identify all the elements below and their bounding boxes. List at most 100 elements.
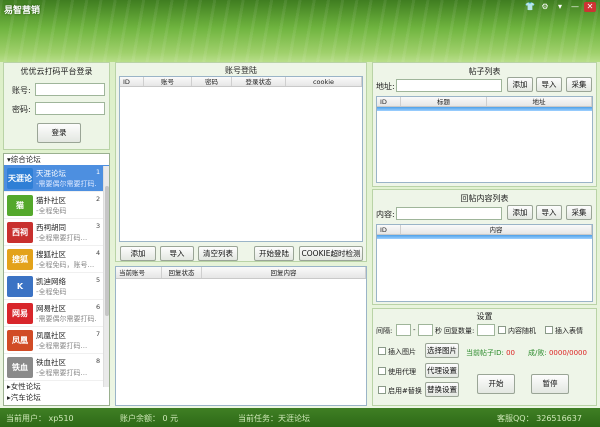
login-title: 优优云打码平台登录: [20, 67, 93, 76]
forum-logo-icon: K: [7, 276, 33, 297]
forum-logo-icon: 网易: [7, 303, 33, 324]
forum-name: 猫扑社区: [36, 196, 66, 205]
insert-image-checkbox[interactable]: [378, 347, 386, 355]
close-icon[interactable]: ✕: [584, 2, 596, 12]
use-proxy-checkbox[interactable]: [378, 367, 386, 375]
menu-icon[interactable]: ▾: [554, 2, 566, 12]
col-reply-content[interactable]: 回复内容: [202, 267, 366, 278]
reply-count-input[interactable]: [477, 324, 495, 336]
cookie-check-button[interactable]: COOKIE超时检测: [299, 246, 363, 261]
reply-add-button[interactable]: 添加: [507, 205, 533, 220]
forum-index: 8: [96, 357, 101, 365]
login-button[interactable]: 登录: [37, 123, 81, 143]
posts-col-title[interactable]: 标题: [401, 97, 487, 106]
col-cookie[interactable]: cookie: [286, 77, 362, 86]
forum-desc: -全程需要打码...: [36, 234, 88, 242]
reply-col-id[interactable]: ID: [377, 225, 401, 234]
accounts-panel: 账号登陆 ID 账号 密码 登录状态 cookie 添加 导入 清空列表 开始登…: [115, 62, 367, 262]
start-login-button[interactable]: 开始登陆: [254, 246, 294, 261]
forum-index: 1: [96, 168, 101, 176]
reply-content-header: ID 内容: [377, 225, 592, 235]
col-password[interactable]: 密码: [192, 77, 232, 86]
forum-desc: -全程免码: [36, 288, 67, 296]
window-controls: 👕 ⚙ ▾ — ✕: [524, 2, 596, 12]
skin-icon[interactable]: 👕: [524, 2, 536, 12]
forum-item[interactable]: 凤凰 凤凰社区 -全程需要打码... 7: [4, 327, 109, 354]
post-id-caption: 当前帖子ID:: [466, 349, 504, 357]
accounts-add-button[interactable]: 添加: [120, 246, 156, 261]
account-label: 账号:: [12, 86, 31, 95]
forum-item[interactable]: K 凯迪网络 -全程免码 5: [4, 273, 109, 300]
success-fail-value: 0000/0000: [548, 349, 587, 357]
reply-content-input[interactable]: [396, 207, 502, 220]
settings-panel: 设置 间隔: - 秒 回复数量: 内容随机 插入表情 插入图片 选择图片 当前帖…: [372, 308, 597, 406]
reply-log-table[interactable]: 当前账号 回复状态 回复内容: [115, 266, 367, 406]
posts-table[interactable]: ID 标题 地址: [376, 96, 593, 183]
category-more[interactable]: ▸汽车论坛: [4, 392, 109, 403]
forum-list[interactable]: ▾综合论坛 天涯论坛天涯论坛-需要偶尔需要打码...1猫猫扑社区-全程免码2 西祠…: [3, 153, 110, 406]
col-account[interactable]: 账号: [144, 77, 192, 86]
forum-item[interactable]: 网易 网易社区 -需要偶尔需要打码... 6: [4, 300, 109, 327]
category-general[interactable]: ▾综合论坛: [4, 154, 109, 165]
settings-icon[interactable]: ⚙: [539, 2, 551, 12]
posts-import-button[interactable]: 导入: [536, 77, 562, 92]
col-id[interactable]: ID: [120, 77, 144, 86]
accounts-table[interactable]: ID 账号 密码 登录状态 cookie: [119, 76, 363, 242]
col-current-account[interactable]: 当前账号: [116, 267, 162, 278]
choose-image-button[interactable]: 选择图片: [425, 343, 459, 358]
posts-table-header: ID 标题 地址: [377, 97, 592, 107]
forum-item[interactable]: 天涯论坛天涯论坛-需要偶尔需要打码...1: [4, 165, 109, 192]
posts-add-button[interactable]: 添加: [507, 77, 533, 92]
forum-logo-icon: 铁血: [7, 357, 33, 378]
interval-min-input[interactable]: [396, 324, 411, 336]
posts-col-id[interactable]: ID: [377, 97, 401, 106]
posts-address-input[interactable]: [396, 79, 502, 92]
forum-logo-icon: 搜狐: [7, 249, 33, 270]
reply-import-button[interactable]: 导入: [536, 205, 562, 220]
account-input[interactable]: [35, 83, 105, 96]
forum-index: 5: [96, 276, 101, 284]
status-qq: 客服QQ： 326516637: [497, 414, 582, 423]
password-input[interactable]: [35, 102, 105, 115]
reply-collect-button[interactable]: 采集: [566, 205, 592, 220]
forum-name: 西祠胡同: [36, 223, 66, 232]
col-login-status[interactable]: 登录状态: [232, 77, 286, 86]
reply-col-content[interactable]: 内容: [401, 225, 592, 234]
status-current-user: 当前用户： xp510: [6, 414, 74, 423]
insert-emoji-checkbox[interactable]: [545, 326, 553, 334]
posts-col-address[interactable]: 地址: [487, 97, 592, 106]
category-female[interactable]: ▸女性论坛: [4, 381, 109, 392]
enable-replace-checkbox[interactable]: [378, 386, 386, 394]
interval-max-input[interactable]: [418, 324, 433, 336]
forum-desc: -需要偶尔需要打码...: [36, 180, 96, 188]
forum-scroll-thumb[interactable]: [105, 186, 109, 316]
forum-item[interactable]: 铁血 铁血社区 -全程需要打码... 8: [4, 354, 109, 381]
forum-logo-icon: 天涯论坛: [7, 168, 33, 189]
posts-collect-button[interactable]: 采集: [566, 77, 592, 92]
accounts-clear-button[interactable]: 清空列表: [198, 246, 238, 261]
status-current-task: 当前任务：天涯论坛: [238, 414, 310, 423]
replace-settings-button[interactable]: 替换设置: [425, 382, 459, 397]
forum-item[interactable]: 猫猫扑社区 -全程免码 2: [4, 192, 109, 219]
start-button[interactable]: 开始: [477, 374, 515, 394]
proxy-settings-button[interactable]: 代理设置: [425, 363, 459, 378]
minimize-icon[interactable]: —: [569, 2, 581, 12]
forum-index: 7: [96, 330, 101, 338]
forum-item[interactable]: 西祠 西祠胡同 -全程需要打码... 3: [4, 219, 109, 246]
col-reply-status[interactable]: 回复状态: [162, 267, 202, 278]
interval-label: 间隔:: [376, 327, 393, 335]
forum-scrollbar[interactable]: [103, 166, 109, 387]
accounts-title: 账号登陆: [225, 66, 257, 75]
posts-selection-bar: [377, 107, 592, 111]
accounts-table-header: ID 账号 密码 登录状态 cookie: [120, 77, 362, 87]
forum-logo-icon: 凤凰: [7, 330, 33, 351]
random-content-checkbox[interactable]: [498, 326, 506, 334]
reply-content-table[interactable]: ID 内容: [376, 224, 593, 302]
forum-desc: -全程需要打码...: [36, 369, 88, 377]
forum-item[interactable]: 搜狐 搜狐社区 -全程免码，账号... 4: [4, 246, 109, 273]
accounts-import-button[interactable]: 导入: [160, 246, 194, 261]
posts-panel: 帖子列表 地址: 添加 导入 采集 ID 标题 地址: [372, 62, 597, 187]
insert-image-label: 插入图片: [388, 348, 416, 356]
forum-name: 网易社区: [36, 304, 66, 313]
pause-button[interactable]: 暂停: [531, 374, 569, 394]
